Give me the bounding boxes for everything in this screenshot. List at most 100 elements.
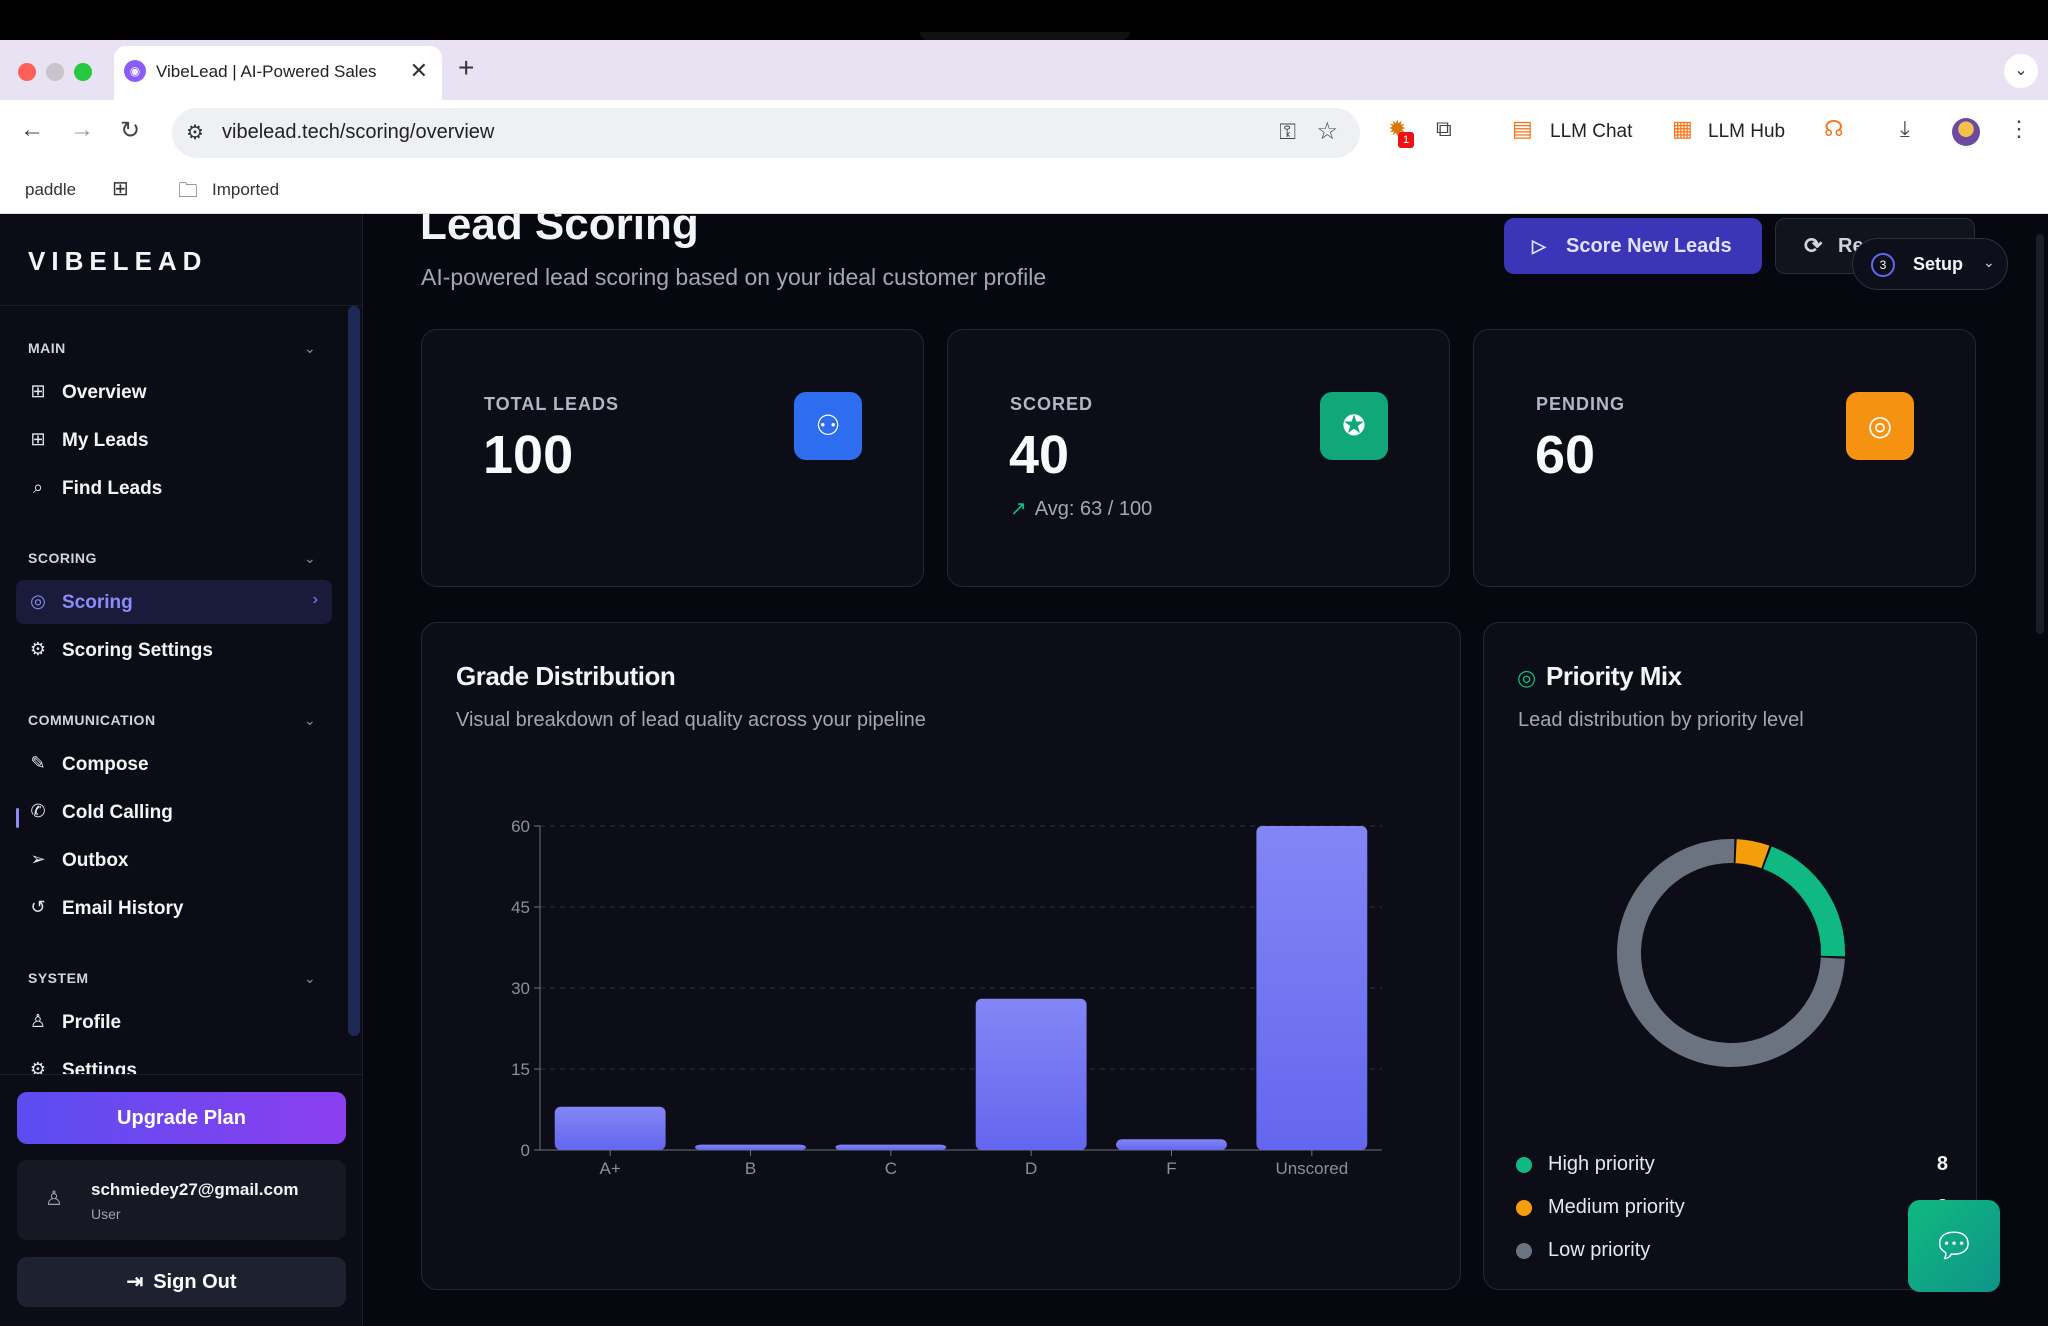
address-bar[interactable]: ⚙ vibelead.tech/scoring/overview ⚿ ☆: [172, 108, 1360, 158]
bar-C: [835, 1145, 946, 1150]
sidebar-item-scoring-settings[interactable]: ⚙ Scoring Settings: [16, 628, 332, 672]
user-icon: ♙: [45, 1186, 63, 1211]
apps-grid-icon[interactable]: ⊞: [112, 176, 129, 201]
sidebar-item-settings[interactable]: ⚙ Settings: [16, 1048, 332, 1074]
minimize-window-button[interactable]: [46, 63, 64, 81]
headset-icon[interactable]: ☊: [1824, 116, 1844, 142]
bookmark-paddle[interactable]: paddle: [25, 180, 76, 200]
stat-label: TOTAL LEADS: [484, 394, 619, 415]
legend-count: 8: [1937, 1153, 1948, 1176]
bar-B: [695, 1145, 806, 1150]
sidebar-item-label: Scoring: [62, 592, 133, 614]
sidebar-item-email-history[interactable]: ↺ Email History: [16, 886, 332, 930]
sidebar-item-scoring[interactable]: ◎ Scoring ›: [16, 580, 332, 624]
chevron-right-icon: ›: [313, 591, 318, 609]
chevron-down-icon[interactable]: ⌄: [304, 970, 316, 987]
section-communication[interactable]: COMMUNICATION: [28, 712, 156, 728]
divider: [0, 1074, 363, 1075]
maximize-window-button[interactable]: [74, 63, 92, 81]
sidebar-item-profile[interactable]: ♙ Profile: [16, 1000, 332, 1044]
sign-out-label: Sign Out: [153, 1271, 236, 1293]
chrome-menu-icon[interactable]: ⋮: [2008, 116, 2030, 142]
new-tab-icon[interactable]: +: [458, 52, 474, 84]
score-new-leads-button[interactable]: ▷ Score New Leads: [1504, 218, 1762, 274]
sign-out-icon: ⇥: [126, 1271, 143, 1293]
chevron-down-icon[interactable]: ⌄: [304, 550, 316, 567]
legend-item: High priority 8: [1516, 1149, 1948, 1179]
page-subtitle: AI-powered lead scoring based on your id…: [421, 264, 1046, 291]
extensions-puzzle-icon[interactable]: ⧉: [1436, 116, 1452, 142]
main-scrollbar[interactable]: [2036, 234, 2044, 634]
user-icon: ♙: [28, 1011, 48, 1031]
sidebar-item-compose[interactable]: ✎ Compose: [16, 742, 332, 786]
card-subtitle: Lead distribution by priority level: [1518, 709, 1804, 732]
llm-hub-label[interactable]: LLM Hub: [1708, 121, 1785, 143]
chat-button[interactable]: 💬︎: [1908, 1200, 2000, 1292]
sidebar-item-label: Cold Calling: [62, 802, 173, 824]
bookmark-imported[interactable]: Imported: [212, 180, 279, 200]
sidebar-item-label: My Leads: [62, 430, 149, 452]
close-window-button[interactable]: [18, 63, 36, 81]
user-card[interactable]: ♙ schmiedey27@gmail.com User: [17, 1160, 346, 1240]
password-key-icon[interactable]: ⚿: [1279, 119, 1296, 145]
bar-A+: [555, 1107, 666, 1150]
page-title: Lead Scoring: [420, 214, 699, 250]
sidebar-item-label: Scoring Settings: [62, 640, 213, 662]
sidebar-item-cold-calling[interactable]: ✆ Cold Calling: [16, 790, 332, 834]
sidebar-scrollbar[interactable]: [348, 306, 360, 1036]
grade-bar-chart: 015304560A+BCDFUnscored: [422, 623, 1462, 1291]
tab-search-icon[interactable]: ⌄: [2004, 54, 2038, 88]
sidebar-item-outbox[interactable]: ➢ Outbox: [16, 838, 332, 882]
y-tick-label: 0: [521, 1141, 530, 1160]
profile-avatar[interactable]: [1952, 118, 1980, 146]
url-text[interactable]: vibelead.tech/scoring/overview: [222, 121, 494, 144]
bar-Unscored: [1256, 826, 1367, 1150]
section-system[interactable]: SYSTEM: [28, 970, 89, 986]
scored-card: SCORED 40 ↗Avg: 63 / 100 ✪: [947, 329, 1450, 587]
grid-icon: ⊞: [28, 381, 48, 401]
sidebar-item-find-leads[interactable]: ⌕ Find Leads: [16, 466, 332, 510]
chevron-down-icon[interactable]: ⌄: [304, 340, 316, 357]
card-title: Priority Mix: [1546, 661, 1682, 692]
grade-distribution-card: Grade Distribution Visual breakdown of l…: [421, 622, 1461, 1290]
legend-dot: [1516, 1157, 1532, 1173]
gear-icon: ⚙: [28, 639, 48, 659]
pending-card: PENDING 60 ◎: [1473, 329, 1976, 587]
section-scoring[interactable]: SCORING: [28, 550, 97, 566]
x-tick-label: B: [745, 1159, 756, 1178]
sidebar-item-label: Profile: [62, 1012, 121, 1034]
gear-icon: ⚙: [28, 1059, 48, 1074]
sign-out-button[interactable]: ⇥ Sign Out: [17, 1257, 346, 1307]
back-icon[interactable]: ←: [20, 116, 44, 144]
setup-label: Setup: [1913, 254, 1963, 275]
close-tab-icon[interactable]: ✕: [410, 58, 428, 84]
llm-hub-icon[interactable]: ▦: [1672, 116, 1693, 142]
chevron-down-icon[interactable]: ⌄: [304, 712, 316, 729]
llm-chat-label[interactable]: LLM Chat: [1550, 121, 1632, 143]
upgrade-plan-button[interactable]: Upgrade Plan: [17, 1092, 346, 1144]
x-tick-label: D: [1025, 1159, 1037, 1178]
download-icon[interactable]: ⤓: [1900, 116, 1910, 142]
folder-icon: 🗀: [178, 176, 198, 210]
site-info-icon[interactable]: ⚙: [186, 120, 204, 145]
setup-dropdown[interactable]: 3 Setup ⌄: [1852, 238, 2008, 290]
bookmark-star-icon[interactable]: ☆: [1316, 117, 1338, 146]
section-main[interactable]: MAIN: [28, 340, 66, 356]
browser-tab[interactable]: ◉ VibeLead | AI-Powered Sales ✕: [114, 46, 442, 100]
bar-D: [976, 999, 1087, 1150]
sidebar-item-label: Compose: [62, 754, 149, 776]
forward-icon[interactable]: →: [70, 116, 94, 144]
chat-bubble-icon: 💬︎: [1932, 1227, 1975, 1265]
send-icon: ➢: [28, 849, 48, 869]
legend-name: Low priority: [1548, 1239, 1650, 1262]
legend-name: Medium priority: [1548, 1196, 1685, 1219]
y-tick-label: 30: [511, 979, 530, 998]
y-tick-label: 15: [511, 1060, 530, 1079]
llm-chat-icon[interactable]: ▤: [1512, 116, 1533, 142]
sidebar-item-label: Outbox: [62, 850, 129, 872]
stat-value: 60: [1535, 424, 1595, 486]
reload-icon[interactable]: ↻: [120, 116, 140, 145]
target-icon: ◎: [1846, 392, 1914, 460]
sidebar-item-overview[interactable]: ⊞ Overview: [16, 370, 332, 414]
sidebar-item-my-leads[interactable]: ⊞ My Leads: [16, 418, 332, 462]
